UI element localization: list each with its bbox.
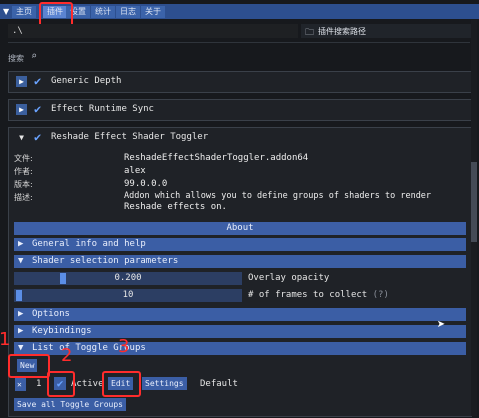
file-value: ReshadeEffectShaderToggler.addon64 — [124, 153, 309, 163]
expand-icon[interactable]: ▶ — [16, 104, 27, 115]
expand-icon[interactable]: ▶ — [16, 76, 27, 87]
plugin-search-path-button[interactable]: 🗀 插件搜索路径 — [301, 24, 471, 38]
highlight-edit — [102, 371, 141, 397]
version-key: 版本: — [14, 180, 33, 189]
mouse-cursor-icon: ➤ — [437, 317, 446, 333]
plugin-search-path-label: 插件搜索路径 — [318, 27, 366, 36]
slider-value: 10 — [122, 290, 134, 300]
plugin-generic-depth: ▶ ✔ Generic Depth — [8, 71, 472, 93]
section-toggle-groups[interactable]: ▼ List of Toggle Groups — [14, 342, 466, 355]
file-key: 文件: — [14, 154, 33, 163]
about-label: About — [226, 223, 254, 233]
description-line1: Addon which allows you to define groups … — [124, 191, 432, 201]
check-icon[interactable]: ✔ — [34, 130, 41, 144]
expand-icon: ▶ — [18, 326, 24, 336]
tab-about[interactable]: 关于 — [141, 6, 165, 18]
save-all-label: Save all Toggle Groups — [17, 400, 123, 409]
path-input[interactable]: .\ — [8, 24, 298, 38]
tab-log[interactable]: 日志 — [116, 6, 140, 18]
plugin-name: Reshade Effect Shader Toggler — [51, 132, 209, 142]
highlight-new — [8, 354, 50, 378]
active-label: Active — [71, 379, 104, 389]
about-header: About — [14, 222, 466, 235]
plugin-effect-runtime-sync: ▶ ✔ Effect Runtime Sync — [8, 99, 472, 121]
path-value: .\ — [12, 26, 23, 36]
annotation-1: 1 — [0, 329, 11, 350]
overlay-opacity-label: Overlay opacity — [248, 273, 330, 283]
folder-icon: 🗀 — [305, 28, 315, 38]
version-value: 99.0.0.0 — [124, 179, 168, 189]
slider-value: 0.200 — [114, 273, 142, 283]
description-key: 描述: — [14, 193, 33, 202]
search-label: 搜索 — [8, 54, 24, 63]
app-frame: ▼ 主页 插件 设置 统计 日志 关于 .\ 🗀 插件搜索路径 搜索 ⌕ ▶ ✔… — [0, 0, 479, 418]
plugin-name: Generic Depth — [51, 76, 122, 86]
author-key: 作者: — [14, 167, 33, 176]
section-general-info[interactable]: ▶ General info and help — [14, 238, 466, 251]
tab-stats[interactable]: 统计 — [91, 6, 115, 18]
settings-label: Settings — [145, 379, 184, 388]
search-icon[interactable]: ⌕ — [31, 51, 37, 62]
collapse-icon[interactable]: ▼ — [1, 6, 11, 18]
plugin-name: Effect Runtime Sync — [51, 104, 154, 114]
collapse-icon: ▼ — [18, 256, 24, 266]
tab-home[interactable]: 主页 — [12, 6, 36, 18]
section-label: Keybindings — [32, 326, 92, 336]
settings-button[interactable]: Settings — [142, 377, 187, 390]
check-icon[interactable]: ✔ — [34, 74, 41, 88]
collapse-icon[interactable]: ▼ — [16, 132, 27, 143]
frames-to-collect-slider[interactable]: 10 — [14, 289, 242, 302]
expand-icon: ▶ — [18, 239, 24, 249]
highlight-active — [47, 371, 75, 397]
default-label: Default — [200, 379, 238, 389]
save-all-toggle-groups-button[interactable]: Save all Toggle Groups — [14, 398, 126, 411]
annotation-3: 3 — [118, 336, 130, 357]
description-line2: Reshade effects on. — [124, 202, 227, 212]
frames-label-text: # of frames to collect — [248, 290, 368, 300]
overlay-opacity-slider[interactable]: 0.200 — [14, 272, 242, 285]
section-label: General info and help — [32, 239, 146, 249]
check-icon[interactable]: ✔ — [34, 102, 41, 116]
scrollbar[interactable] — [471, 20, 477, 416]
section-label: Shader selection parameters — [32, 256, 179, 266]
author-value: alex — [124, 166, 146, 176]
section-label: Options — [32, 309, 70, 319]
help-marker[interactable]: (?) — [373, 290, 389, 300]
scrollbar-thumb[interactable] — [471, 162, 477, 242]
frames-to-collect-label: # of frames to collect (?) — [248, 290, 389, 300]
delete-group-button[interactable]: ✕ — [15, 378, 26, 391]
group-index: 1 — [36, 379, 42, 389]
divider — [8, 42, 470, 43]
section-keybindings[interactable]: ▶ Keybindings — [14, 325, 466, 338]
section-shader-selection[interactable]: ▼ Shader selection parameters — [14, 255, 466, 268]
expand-icon: ▶ — [18, 309, 24, 319]
section-options[interactable]: ▶ Options — [14, 308, 466, 321]
delete-icon: ✕ — [17, 380, 22, 389]
annotation-2: 2 — [61, 345, 73, 366]
